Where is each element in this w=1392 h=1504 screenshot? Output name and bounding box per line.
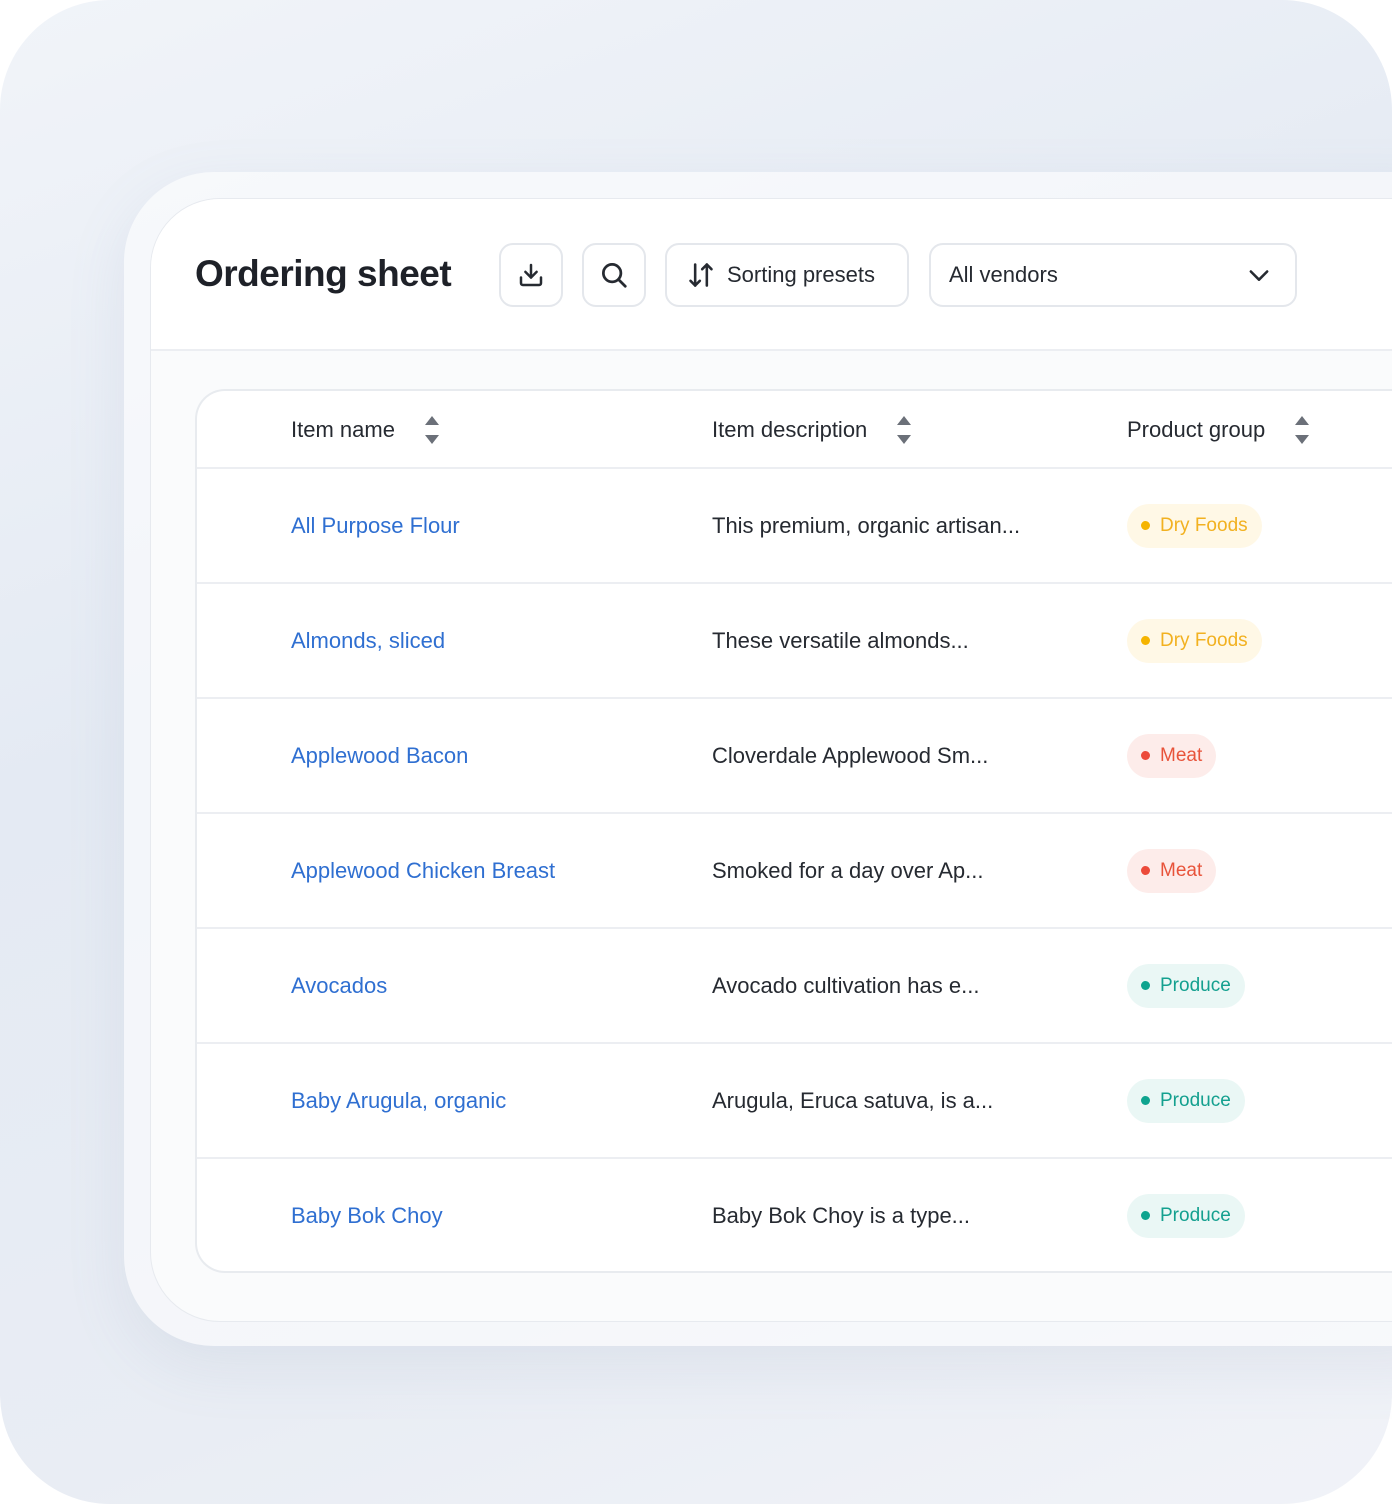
item-description: Cloverdale Applewood Sm... — [712, 742, 989, 768]
vendor-filter-dropdown[interactable]: All vendors — [929, 243, 1297, 307]
product-group-badge: Dry Foods — [1127, 618, 1262, 663]
search-button[interactable] — [582, 243, 646, 307]
sort-arrows-icon — [689, 263, 713, 287]
table-header: Item name Item description Product group — [197, 391, 1392, 469]
search-icon — [602, 263, 627, 288]
product-group-label: Meat — [1160, 744, 1203, 766]
sort-toggle-icon — [424, 416, 439, 444]
product-group-label: Produce — [1160, 1089, 1231, 1111]
table-row[interactable]: All Purpose Flour This premium, organic … — [197, 469, 1392, 584]
item-name-link[interactable]: Baby Bok Choy — [291, 1203, 443, 1229]
vendor-filter-value: All vendors — [949, 262, 1058, 287]
item-description: Baby Bok Choy is a type... — [712, 1202, 971, 1228]
table-row[interactable]: Applewood Chicken Breast Smoked for a da… — [197, 814, 1392, 929]
item-description: Arugula, Eruca satuva, is a... — [712, 1087, 994, 1113]
product-group-label: Meat — [1160, 859, 1203, 881]
table-row[interactable]: Baby Bok Choy Baby Bok Choy is a type...… — [197, 1159, 1392, 1271]
product-group-badge: Dry Foods — [1127, 503, 1262, 548]
download-icon — [519, 263, 543, 287]
column-header-label: Item name — [291, 417, 395, 442]
status-dot — [1141, 866, 1150, 875]
table-row[interactable]: Avocados Avocado cultivation has e... Pr… — [197, 929, 1392, 1044]
table-row[interactable]: Baby Arugula, organic Arugula, Eruca sat… — [197, 1044, 1392, 1159]
status-dot — [1141, 751, 1150, 760]
product-group-label: Dry Foods — [1160, 629, 1248, 651]
table-body: All Purpose Flour This premium, organic … — [197, 469, 1392, 1271]
item-description: This premium, organic artisan... — [712, 512, 1021, 538]
product-group-badge: Meat — [1127, 733, 1217, 778]
sorting-presets-label: Sorting presets — [727, 262, 875, 287]
product-group-badge: Meat — [1127, 848, 1217, 893]
item-description: These versatile almonds... — [712, 627, 969, 653]
item-name-link[interactable]: Applewood Bacon — [291, 743, 468, 769]
item-name-link[interactable]: Applewood Chicken Breast — [291, 858, 555, 884]
column-header-item-name[interactable]: Item name — [291, 391, 441, 469]
ordering-sheet-window: Ordering sheet Sorting presets All vendo… — [150, 198, 1392, 1322]
sorting-presets-button[interactable]: Sorting presets — [665, 243, 909, 307]
item-description: Avocado cultivation has e... — [712, 972, 980, 998]
column-header-label: Item description — [712, 417, 868, 442]
product-group-badge: Produce — [1127, 963, 1245, 1008]
item-name-link[interactable]: Baby Arugula, organic — [291, 1088, 506, 1114]
item-name-link[interactable]: All Purpose Flour — [291, 513, 460, 539]
column-header-label: Product group — [1127, 417, 1266, 442]
status-dot — [1141, 636, 1150, 645]
sort-toggle-icon — [897, 416, 912, 444]
product-group-label: Produce — [1160, 974, 1231, 996]
toolbar: Ordering sheet Sorting presets All vendo… — [151, 199, 1392, 351]
table-row[interactable]: Almonds, sliced These versatile almonds.… — [197, 584, 1392, 699]
item-description: Smoked for a day over Ap... — [712, 857, 984, 883]
product-group-label: Dry Foods — [1160, 514, 1248, 536]
download-button[interactable] — [499, 243, 563, 307]
item-name-link[interactable]: Avocados — [291, 973, 387, 999]
table-row[interactable]: Applewood Bacon Cloverdale Applewood Sm.… — [197, 699, 1392, 814]
product-group-label: Produce — [1160, 1204, 1231, 1226]
sort-toggle-icon — [1295, 416, 1310, 444]
product-group-badge: Produce — [1127, 1193, 1245, 1238]
status-dot — [1141, 1211, 1150, 1220]
product-group-badge: Produce — [1127, 1078, 1245, 1123]
column-header-item-description[interactable]: Item description — [712, 391, 913, 469]
chevron-down-icon — [1249, 270, 1269, 281]
item-name-link[interactable]: Almonds, sliced — [291, 628, 445, 654]
page-title: Ordering sheet — [195, 253, 452, 294]
status-dot — [1141, 1096, 1150, 1105]
status-dot — [1141, 981, 1150, 990]
column-header-product-group[interactable]: Product group — [1127, 391, 1311, 469]
status-dot — [1141, 521, 1150, 530]
items-table: Item name Item description Product group… — [195, 389, 1392, 1273]
